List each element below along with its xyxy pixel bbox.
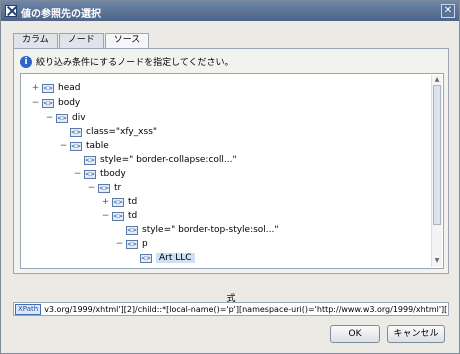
collapse-icon[interactable]: − — [31, 98, 40, 108]
tree-scrollbar[interactable]: ▲ ▼ — [431, 75, 442, 267]
tab-source[interactable]: ソース — [104, 33, 150, 49]
tree-node-class-attr[interactable]: <> class="xfy_xss" — [70, 126, 157, 138]
xpath-icon: XPath — [15, 303, 42, 315]
collapse-icon[interactable]: − — [59, 141, 68, 151]
tree-node-table-style[interactable]: <> style=" border-collapse:coll..." — [84, 154, 237, 166]
scroll-thumb[interactable] — [433, 85, 441, 225]
info-text: 絞り込み条件にするノードを指定してください。 — [36, 58, 234, 68]
element-icon: <> — [98, 183, 110, 193]
ok-button[interactable]: OK — [330, 325, 380, 343]
tree-node-td-2[interactable]: − <> td — [101, 210, 138, 222]
attribute-icon: <> — [84, 155, 96, 165]
formula-text[interactable]: v3.org/1999/xhtml'][2]/child::*[local-na… — [44, 305, 448, 314]
tree-node-td-1[interactable]: + <> td — [101, 196, 138, 208]
scroll-down-icon[interactable]: ▼ — [433, 257, 441, 265]
app-icon — [5, 5, 17, 17]
tree-node-table[interactable]: − <> table — [59, 140, 109, 152]
element-icon: <> — [126, 239, 138, 249]
tree-node-p[interactable]: − <> p — [115, 238, 148, 250]
tree-node-body[interactable]: − <> body — [31, 97, 81, 109]
tab-column[interactable]: カラム — [13, 33, 58, 48]
element-icon: <> — [112, 211, 124, 221]
collapse-icon[interactable]: − — [101, 211, 110, 221]
attribute-icon: <> — [126, 225, 138, 235]
scroll-up-icon[interactable]: ▲ — [433, 76, 441, 84]
tree-node-td-style[interactable]: <> style=" border-top-style:sol..." — [126, 224, 279, 236]
tab-bar: カラム ノード ソース — [13, 33, 150, 49]
text-node-icon: <> — [140, 253, 152, 263]
selected-node-label: Art LLC — [156, 253, 195, 263]
cancel-button[interactable]: キャンセル — [387, 325, 445, 343]
element-icon: <> — [42, 98, 54, 108]
info-message: i 絞り込み条件にするノードを指定してください。 — [20, 55, 234, 68]
element-icon: <> — [56, 113, 68, 123]
close-button[interactable]: ✕ — [441, 4, 455, 18]
tree-node-text-selected[interactable]: <> Art LLC — [140, 252, 195, 264]
tab-node[interactable]: ノード — [58, 33, 104, 48]
element-icon: <> — [112, 197, 124, 207]
element-icon: <> — [84, 169, 96, 179]
tree-node-head[interactable]: + <> head — [31, 82, 81, 94]
collapse-icon[interactable]: − — [73, 169, 82, 179]
collapse-icon[interactable]: − — [87, 183, 96, 193]
source-panel: i 絞り込み条件にするノードを指定してください。 + <> head − <> … — [13, 48, 449, 274]
expand-icon[interactable]: + — [101, 197, 110, 207]
info-icon: i — [20, 55, 32, 68]
formula-field[interactable]: XPath v3.org/1999/xhtml'][2]/child::*[lo… — [13, 302, 449, 316]
tree-node-tbody[interactable]: − <> tbody — [73, 168, 126, 180]
element-icon: <> — [70, 141, 82, 151]
dialog-window: 値の参照先の選択 ✕ カラム ノード ソース i 絞り込み条件にするノードを指定… — [0, 0, 460, 354]
collapse-icon[interactable]: − — [115, 239, 124, 249]
node-tree[interactable]: + <> head − <> body − <> div <> class="x… — [20, 73, 444, 269]
attribute-icon: <> — [70, 127, 82, 137]
window-title: 値の参照先の選択 — [21, 9, 101, 20]
collapse-icon[interactable]: − — [45, 113, 54, 123]
title-bar: 値の参照先の選択 ✕ — [1, 1, 459, 21]
tree-node-div[interactable]: − <> div — [45, 112, 86, 124]
expand-icon[interactable]: + — [31, 83, 40, 93]
element-icon: <> — [42, 83, 54, 93]
tree-node-tr[interactable]: − <> tr — [87, 182, 122, 194]
